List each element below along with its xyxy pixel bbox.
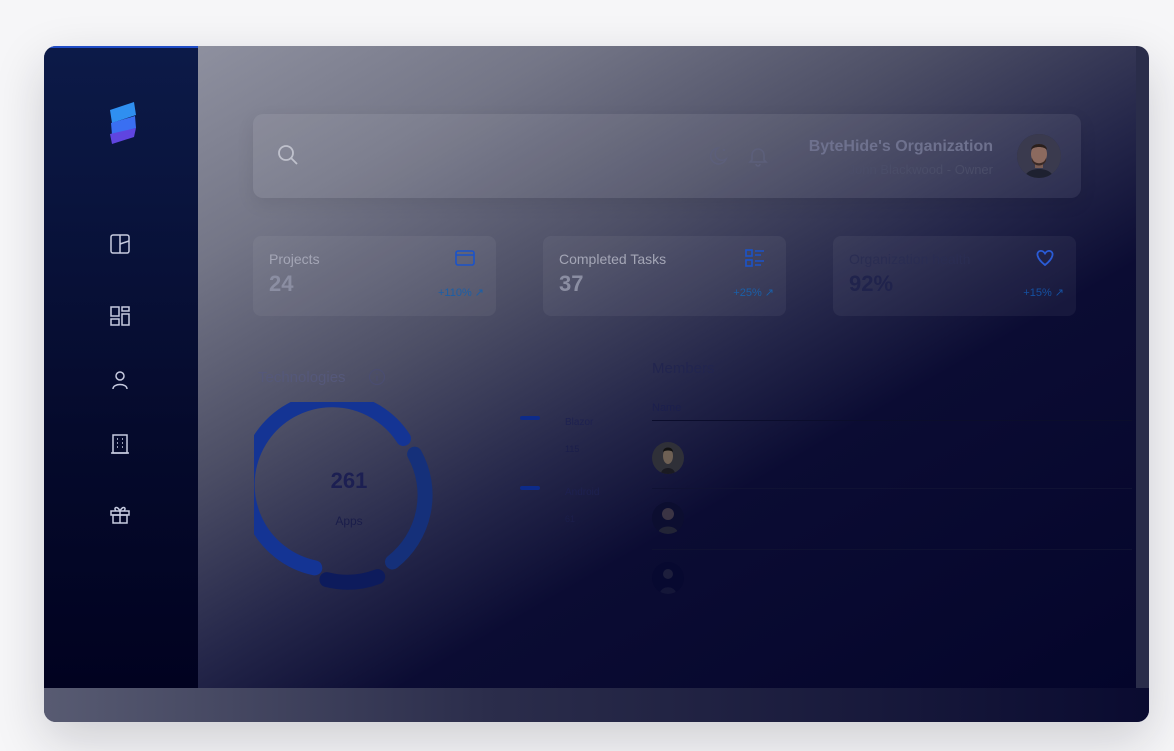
member-row[interactable]	[652, 436, 1132, 484]
user-avatar[interactable]	[1017, 134, 1061, 178]
technologies-donut-chart: 261 Apps	[254, 402, 433, 590]
building-icon	[111, 434, 129, 454]
donut-total: 261	[331, 468, 368, 493]
top-bar: ByteHide's Organization John Blackwood -…	[253, 114, 1081, 198]
current-user-role: John Blackwood - Owner	[848, 162, 993, 177]
legend-swatch-android	[520, 486, 540, 490]
member-avatar	[652, 502, 684, 534]
stat-value: 24	[269, 271, 294, 296]
stat-change-badge: +110% ↗	[437, 287, 484, 299]
legend-count: 115	[565, 444, 580, 454]
legend-swatch-blazor	[520, 416, 540, 420]
stat-value: 92%	[849, 271, 894, 296]
donut-segment	[385, 446, 433, 570]
nav-item-organization[interactable]	[108, 432, 132, 456]
members-header-divider	[652, 420, 1132, 421]
donut-segment	[254, 402, 411, 576]
member-row-divider	[652, 488, 1132, 489]
search-icon[interactable]	[277, 144, 299, 166]
nav-item-user[interactable]	[108, 368, 132, 392]
member-row[interactable]	[652, 500, 1132, 548]
legend-label: Android	[565, 487, 600, 498]
app-shell: ByteHide's Organization John Blackwood -…	[44, 46, 1136, 688]
donut-total-label: Apps	[335, 514, 362, 528]
theme-toggle-icon[interactable]	[709, 145, 731, 167]
stat-card-completed-tasks[interactable]: Completed Tasks 37 +25% ↗	[543, 236, 786, 316]
layout-icon	[110, 234, 130, 254]
nav-item-rewards[interactable]	[108, 502, 132, 526]
member-avatar	[652, 562, 684, 594]
task-list-icon	[745, 249, 764, 267]
bytehide-logo-icon[interactable]	[108, 102, 138, 144]
gift-icon	[110, 506, 130, 524]
stat-label: Organization health	[849, 251, 971, 267]
stat-label: Projects	[269, 251, 320, 267]
sidebar	[44, 46, 198, 688]
main-content: ByteHide's Organization John Blackwood -…	[198, 46, 1136, 688]
dashboard-grid-icon	[110, 306, 130, 326]
info-icon[interactable]	[368, 368, 386, 386]
stat-card-projects[interactable]: Projects 24 +110% ↗	[253, 236, 496, 316]
donut-segment	[319, 569, 386, 590]
notifications-bell-icon[interactable]	[747, 145, 769, 167]
stat-change-badge: +25% ↗	[733, 287, 774, 299]
organization-name[interactable]: ByteHide's Organization	[809, 138, 993, 156]
heart-icon	[1036, 250, 1054, 267]
window-icon	[455, 250, 475, 266]
members-title: Members	[652, 360, 715, 377]
stat-value: 37	[559, 271, 584, 296]
member-row-divider	[652, 549, 1132, 550]
nav-item-layout[interactable]	[108, 232, 132, 256]
member-avatar	[652, 442, 684, 474]
user-icon	[112, 371, 128, 390]
app-window: ByteHide's Organization John Blackwood -…	[44, 46, 1149, 722]
legend-count: 61	[565, 514, 576, 524]
member-row[interactable]	[652, 558, 1132, 606]
nav-item-dashboard[interactable]	[108, 304, 132, 328]
stat-change-badge: +15% ↗	[1023, 287, 1064, 299]
stat-card-organization-health[interactable]: Organization health 92% +15% ↗	[833, 236, 1076, 316]
members-name-column-header[interactable]: Name	[652, 402, 681, 414]
user-photo-icon	[1017, 134, 1061, 178]
legend-label: Blazor	[565, 417, 594, 428]
window-bottom-edge	[44, 688, 1149, 722]
technologies-title: Technologies	[258, 369, 346, 386]
stat-label: Completed Tasks	[559, 251, 667, 267]
